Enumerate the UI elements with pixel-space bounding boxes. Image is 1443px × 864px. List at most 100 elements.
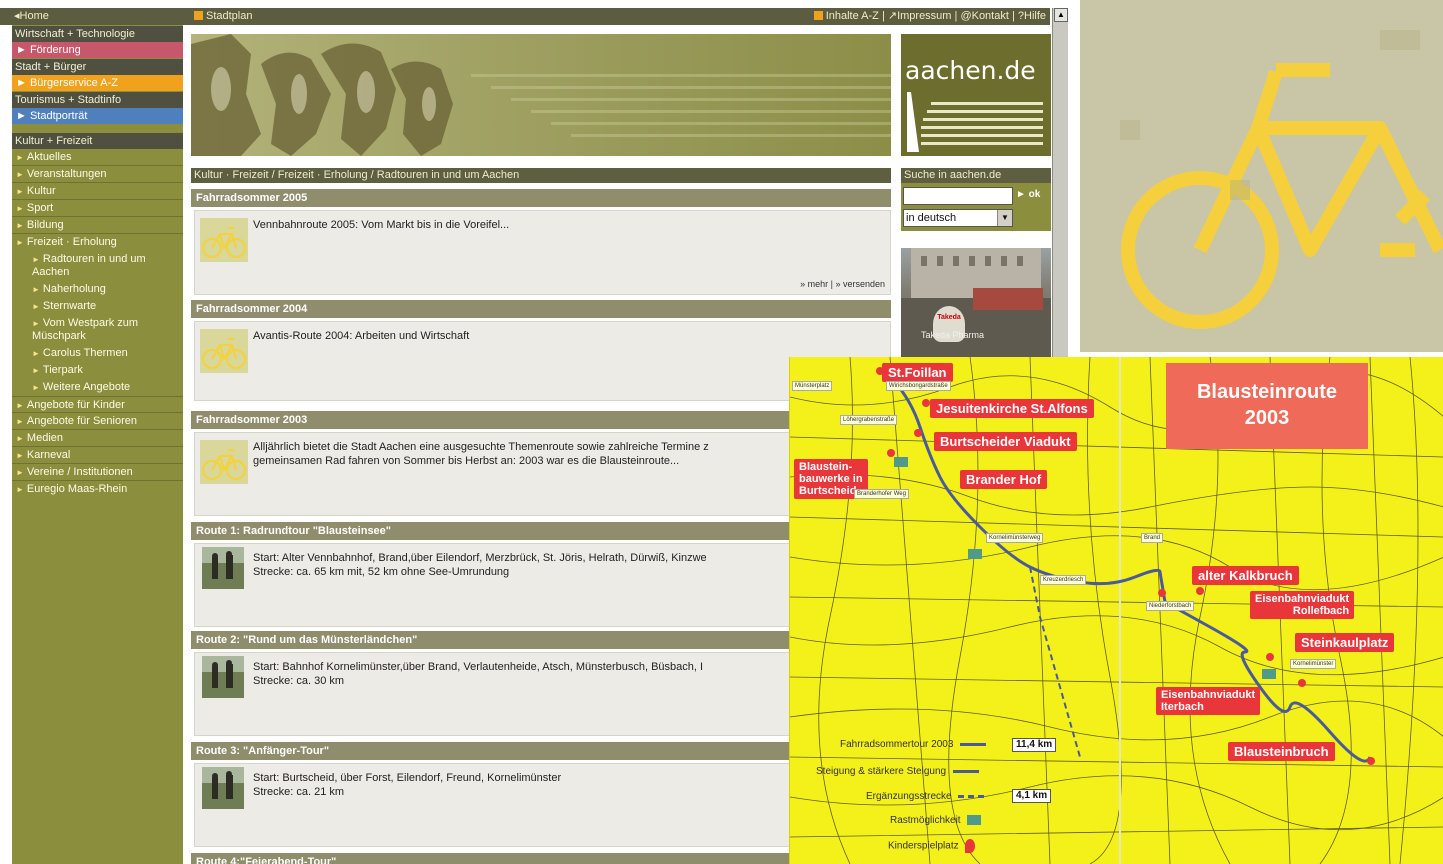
nav-section-kultur-freizeit[interactable]: Kultur + Freizeit [12,133,183,149]
bullet-arrow-icon: ► [32,383,40,392]
section-teaser-2005: Vennbahnroute 2005: Vom Markt bis in die… [194,210,891,295]
section-header-fahrradsommer-2005: Fahrradsommer 2005 [191,189,891,207]
legend-row-spielplatz: Kinderspielplatz [888,839,976,853]
nav-item-aktuelles[interactable]: ► Aktuelles [12,149,183,166]
utility-links-label[interactable]: Inhalte A-Z | ↗Impressum | @Kontakt | ?H… [826,10,1046,22]
promo-photo[interactable]: Takeda Takeda Pharma [901,248,1051,360]
nav-item-karneval[interactable]: ► Karneval [12,447,183,464]
promo-caption: Takeda Pharma [921,330,985,340]
bullet-arrow-icon: ► [16,434,24,443]
subnav-item-weitere-angebote[interactable]: ► Weitere Angebote [12,379,183,396]
nav-group-head-wirtschaft[interactable]: Wirtschaft + Technologie [12,26,183,42]
search-panel: ► ok in deutsch ▼ [901,183,1051,231]
legend-label: Ergänzungsstrecke [866,791,952,802]
nav-item-label: Euregio Maas-Rhein [26,483,128,495]
subnav-item-label: Sternwarte [42,300,97,312]
nav-item-stadtportraet[interactable]: ► Stadtporträt [12,108,183,124]
subnav-item-naherholung[interactable]: ► Naherholung [12,281,183,298]
teaser-text[interactable]: Vennbahnroute 2005: Vom Markt bis in die… [253,218,883,232]
nav-item-freizeit-erholung[interactable]: ► Freizeit · Erholung [12,234,183,251]
home-link[interactable]: ◂Home [14,8,49,25]
scroll-up-button[interactable]: ▲ [1054,8,1068,22]
subnav-item-tierpark[interactable]: ► Tierpark [12,362,183,379]
nav-item-angebote-kinder[interactable]: ► Angebote für Kinder [12,396,183,413]
legend-distance-ergaenzung: 4,1 km [1012,789,1052,803]
bullet-arrow-icon: ► [16,238,24,247]
search-input[interactable] [903,187,1013,205]
poi-label-jesuitenkirche: Jesuitenkirche St.Alfons [930,399,1094,418]
poi-marker[interactable] [1158,589,1166,597]
map-grid-icon [194,11,203,20]
nav-item-medien[interactable]: ► Medien [12,430,183,447]
route-title-line-1: Blausteinroute [1196,381,1338,403]
rest-area-icon [894,457,908,467]
street-label: Löhergrabenstraße [840,415,898,425]
nav-item-veranstaltungen[interactable]: ► Veranstaltungen [12,166,183,183]
nav-item-kultur[interactable]: ► Kultur [12,183,183,200]
nav-group-head-tourismus[interactable]: Tourismus + Stadtinfo [12,92,183,108]
nav-item-label: Freizeit · Erholung [26,236,117,248]
section-teaser-route-2: Start: Bahnhof Kornelimünster,über Brand… [194,652,891,736]
poi-label-viadukt-rollefbach: Eisenbahnviadukt Rollefbach [1250,591,1355,619]
legend-row-steigung: Steigung & stärkere Steigung [816,766,983,777]
nav-item-sport[interactable]: ► Sport [12,200,183,217]
nav-item-buergerservice[interactable]: ► Bürgerservice A-Z [12,75,183,91]
legend-row-rast: Rastmöglichkeit [890,815,982,826]
nav-group-head-stadt[interactable]: Stadt + Bürger [12,59,183,75]
poi-marker[interactable] [914,429,922,437]
cyclists-photo[interactable] [202,547,244,589]
search-ok-button[interactable]: ► ok [1016,189,1040,200]
nav-item-label: Aktuelles [26,151,72,163]
poi-marker[interactable] [1298,679,1306,687]
horse-sculpture-illustration [191,34,891,156]
bicycle-icon[interactable] [200,440,248,484]
chevron-down-icon[interactable]: ▼ [997,210,1012,226]
cyclists-photo[interactable] [202,656,244,698]
poi-label-blausteinbruch: Blausteinbruch [1228,742,1335,761]
stadtplan-link[interactable]: Stadtplan [194,8,252,25]
poi-marker[interactable] [922,399,930,407]
nav-item-foerderung[interactable]: ► Förderung [12,42,183,58]
street-label: Kornelimünsterweg [986,533,1044,543]
cyclists-photo[interactable] [202,767,244,809]
aachen-logo[interactable]: aachen.de [901,34,1051,156]
subnav-item-sternwarte[interactable]: ► Sternwarte [12,298,183,315]
nav-item-bildung[interactable]: ► Bildung [12,217,183,234]
route-line-icon [960,742,987,746]
section-header-fahrradsommer-2003: Fahrradsommer 2003 [191,411,891,429]
poi-marker[interactable] [887,449,895,457]
bicycle-icon[interactable] [200,329,248,373]
nav-item-label: Vereine / Institutionen [26,466,133,478]
subnav-item-radtouren[interactable]: ► Radtouren in und um Aachen [12,251,183,281]
nav-item-vereine[interactable]: ► Vereine / Institutionen [12,464,183,481]
poi-label-steinkaulplatz: Steinkaulplatz [1295,633,1395,652]
nav-item-euregio[interactable]: ► Euregio Maas-Rhein [12,481,183,498]
poi-marker[interactable] [1196,587,1204,595]
bullet-arrow-icon: ► [16,451,24,460]
teaser-text[interactable]: Avantis-Route 2004: Arbeiten und Wirtsch… [253,329,883,343]
language-select[interactable]: in deutsch ▼ [903,209,1013,227]
poi-marker[interactable] [1367,757,1375,765]
legend-row-route: Fahrradsommertour 2003 [840,739,990,750]
street-label: Münsterplatz [792,381,833,391]
legend-label: Steigung & stärkere Steigung [816,766,947,777]
street-label: Brand [1141,533,1164,543]
subnav-item-label: Tierpark [42,364,83,376]
utility-links[interactable]: Inhalte A-Z | ↗Impressum | @Kontakt | ?H… [813,8,1046,25]
subnav-item-westpark[interactable]: ► Vom Westpark zum Müschpark [12,315,183,345]
poi-label-brander-hof: Brander Hof [960,470,1048,489]
bullet-arrow-icon: ► [16,170,24,179]
city-building-illustration [901,248,1051,360]
more-send-links[interactable]: » mehr | » versenden [800,279,885,289]
nav-item-angebote-senioren[interactable]: ► Angebote für Senioren [12,413,183,430]
bullet-arrow-icon: ► [16,204,24,213]
top-navigation-bar: ◂Home Stadtplan Inhalte A-Z | ↗Impressum… [0,8,1050,25]
breadcrumb: Kultur · Freizeit / Freizeit · Erholung … [191,168,891,183]
section-header-route-1: Route 1: Radrundtour "Blausteinsee" [191,522,891,540]
bullet-arrow-icon: ► [32,255,40,264]
subnav-item-carolus-thermen[interactable]: ► Carolus Thermen [12,345,183,362]
stadtplan-label: Stadtplan [206,10,253,22]
legend-distance-route: 11,4 km [1012,738,1057,752]
bicycle-icon[interactable] [200,218,248,262]
poi-marker[interactable] [1266,653,1274,661]
